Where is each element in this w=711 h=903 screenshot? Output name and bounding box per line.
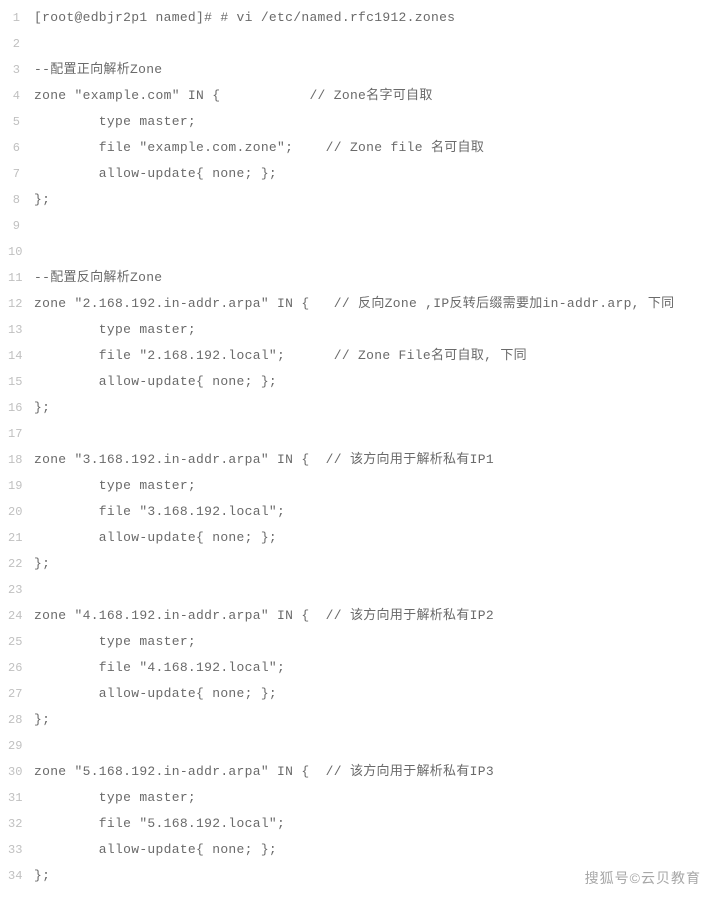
code-line: file "3.168.192.local"; (34, 499, 711, 525)
code-line: allow-update{ none; }; (34, 161, 711, 187)
code-line: type master; (34, 473, 711, 499)
line-number: 7 (8, 161, 20, 187)
code-line (34, 31, 711, 57)
code-line: }; (34, 551, 711, 577)
code-line: allow-update{ none; }; (34, 525, 711, 551)
line-number: 31 (8, 785, 20, 811)
code-line: type master; (34, 629, 711, 655)
code-line: type master; (34, 317, 711, 343)
watermark: 搜狐号©云贝教育 (585, 868, 701, 888)
line-number: 16 (8, 395, 20, 421)
line-number: 13 (8, 317, 20, 343)
line-number: 17 (8, 421, 20, 447)
line-number: 12 (8, 291, 20, 317)
code-line: type master; (34, 785, 711, 811)
code-line: zone "example.com" IN { // Zone名字可自取 (34, 83, 711, 109)
line-number: 30 (8, 759, 20, 785)
code-line: [root@edbjr2p1 named]# # vi /etc/named.r… (34, 5, 711, 31)
line-number: 18 (8, 447, 20, 473)
code-line: allow-update{ none; }; (34, 369, 711, 395)
code-line: zone "2.168.192.in-addr.arpa" IN { // 反向… (34, 291, 711, 317)
line-number: 21 (8, 525, 20, 551)
code-line: allow-update{ none; }; (34, 837, 711, 863)
code-line: --配置反向解析Zone (34, 265, 711, 291)
line-number: 1 (8, 5, 20, 31)
line-number: 22 (8, 551, 20, 577)
line-number: 4 (8, 83, 20, 109)
line-number: 10 (8, 239, 20, 265)
line-number: 29 (8, 733, 20, 759)
code-line: file "5.168.192.local"; (34, 811, 711, 837)
line-number: 5 (8, 109, 20, 135)
line-number: 33 (8, 837, 20, 863)
code-line: }; (34, 187, 711, 213)
code-content: [root@edbjr2p1 named]# # vi /etc/named.r… (28, 5, 711, 889)
code-line: zone "3.168.192.in-addr.arpa" IN { // 该方… (34, 447, 711, 473)
line-number: 24 (8, 603, 20, 629)
line-number: 20 (8, 499, 20, 525)
line-number: 3 (8, 57, 20, 83)
line-number: 32 (8, 811, 20, 837)
line-number: 2 (8, 31, 20, 57)
line-number: 27 (8, 681, 20, 707)
line-number: 23 (8, 577, 20, 603)
code-block: 1234567891011121314151617181920212223242… (0, 0, 711, 894)
code-line: zone "4.168.192.in-addr.arpa" IN { // 该方… (34, 603, 711, 629)
gutter: 1234567891011121314151617181920212223242… (0, 5, 28, 889)
line-number: 25 (8, 629, 20, 655)
line-number: 8 (8, 187, 20, 213)
line-number: 26 (8, 655, 20, 681)
code-line: file "2.168.192.local"; // Zone File名可自取… (34, 343, 711, 369)
line-number: 28 (8, 707, 20, 733)
code-line: }; (34, 395, 711, 421)
line-number: 6 (8, 135, 20, 161)
line-number: 15 (8, 369, 20, 395)
line-number: 34 (8, 863, 20, 889)
code-line (34, 577, 711, 603)
line-number: 11 (8, 265, 20, 291)
code-line (34, 421, 711, 447)
code-line: --配置正向解析Zone (34, 57, 711, 83)
line-number: 9 (8, 213, 20, 239)
code-line: type master; (34, 109, 711, 135)
code-line (34, 239, 711, 265)
code-line: file "example.com.zone"; // Zone file 名可… (34, 135, 711, 161)
code-line: file "4.168.192.local"; (34, 655, 711, 681)
code-line (34, 213, 711, 239)
code-line: }; (34, 707, 711, 733)
code-line: allow-update{ none; }; (34, 681, 711, 707)
code-line (34, 733, 711, 759)
code-line: zone "5.168.192.in-addr.arpa" IN { // 该方… (34, 759, 711, 785)
line-number: 14 (8, 343, 20, 369)
line-number: 19 (8, 473, 20, 499)
